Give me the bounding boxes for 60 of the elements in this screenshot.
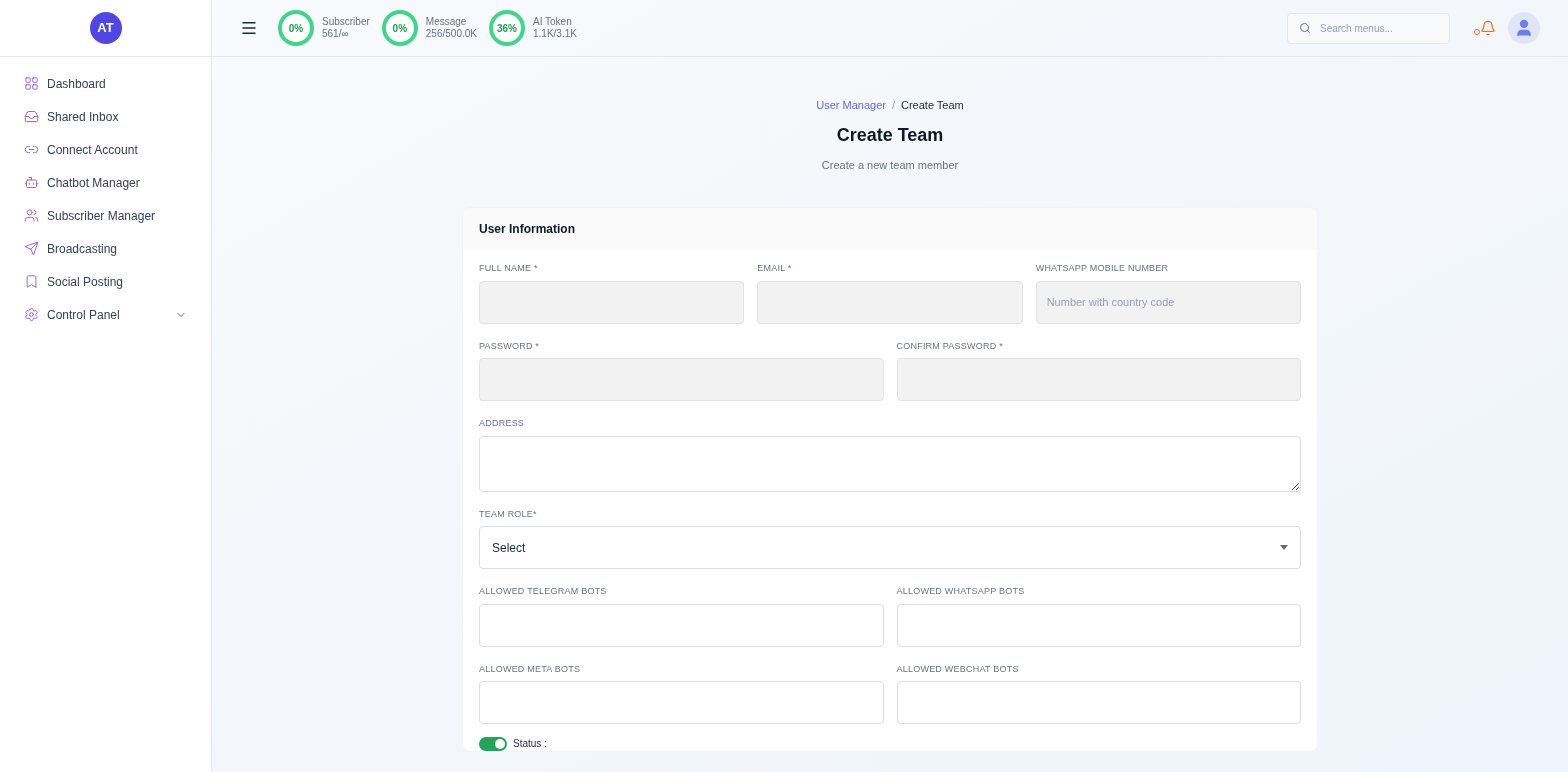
input-field[interactable] [896,358,1301,401]
field-label: TEAM ROLE* [479,507,538,521]
stat-label: Message [425,15,468,28]
input-field[interactable]: Number with country code [1035,280,1301,324]
search-field[interactable]: Search menus... [1287,12,1450,44]
robot-icon [24,175,39,190]
input-field[interactable] [479,681,884,724]
field-label: FULL NAME * [479,262,539,275]
sidebar-item[interactable]: Social Posting [0,265,211,298]
sidebar-item[interactable]: Subscriber Manager [0,199,211,232]
input-field[interactable] [896,681,1301,724]
settings-icon [24,307,39,322]
users-icon [24,208,39,223]
input-field[interactable] [479,280,745,324]
stat-label: AI Token [533,15,573,28]
field-label: ALLOWED WHATSAPP BOTS [896,585,1026,598]
input-field[interactable] [479,603,884,647]
input-field[interactable] [757,280,1023,324]
textarea-field[interactable] [479,435,1301,492]
breadcrumb-current: Create Team [901,98,964,113]
field-label: CONFIRM PASSWORD * [896,339,1004,353]
percent-ring: 0% [278,10,314,46]
field-label: ALLOWED WEBCHAT BOTS [896,662,1020,676]
caret-icon [1280,545,1288,550]
breadcrumb-link[interactable]: User Manager [816,97,886,114]
status-toggle[interactable] [479,736,507,751]
user-avatar[interactable] [1508,12,1540,44]
stat-value: 1.1K/3.1K [533,28,577,41]
sidebar-item[interactable]: Dashboard [0,67,211,100]
sidebar-item[interactable]: Shared Inbox [0,100,211,133]
percent-ring: 36% [489,10,525,46]
card-title: User Information [479,221,575,238]
grid-icon [24,76,39,91]
field-label: PASSWORD * [479,339,541,353]
send-icon [24,241,39,256]
menu-icon[interactable] [240,19,258,37]
field-label: ALLOWED META BOTS [479,662,582,676]
stat-value: 561/∞ [322,28,350,41]
field-label: ALLOWED TELEGRAM BOTS [479,585,608,598]
status-label: Status : [513,737,547,751]
inbox-icon [24,109,39,124]
page-subtitle: Create a new team member [821,157,959,173]
bookmark-icon [24,274,39,289]
field-label: EMAIL * [757,262,793,275]
field-label: WHATSAPP MOBILE NUMBER [1035,262,1170,275]
sidebar-item[interactable]: Chatbot Manager [0,166,211,199]
input-field[interactable] [479,358,884,401]
sidebar-item[interactable]: Broadcasting [0,232,211,265]
avatar[interactable]: AT [89,12,122,44]
field-label: ADDRESS [479,417,526,430]
page-title: Create Team [836,123,944,147]
stat-label: Subscriber [322,15,370,28]
search-icon [1299,21,1311,34]
input-field[interactable] [896,603,1301,647]
stat-value: 256/500.0K [425,28,477,41]
select-field[interactable]: Select [479,526,1301,569]
breadcrumb-separator: / [891,98,895,113]
percent-ring: 0% [381,10,418,46]
sidebar-item[interactable]: Connect Account [0,133,211,166]
sidebar-item[interactable]: Control Panel [0,298,211,331]
